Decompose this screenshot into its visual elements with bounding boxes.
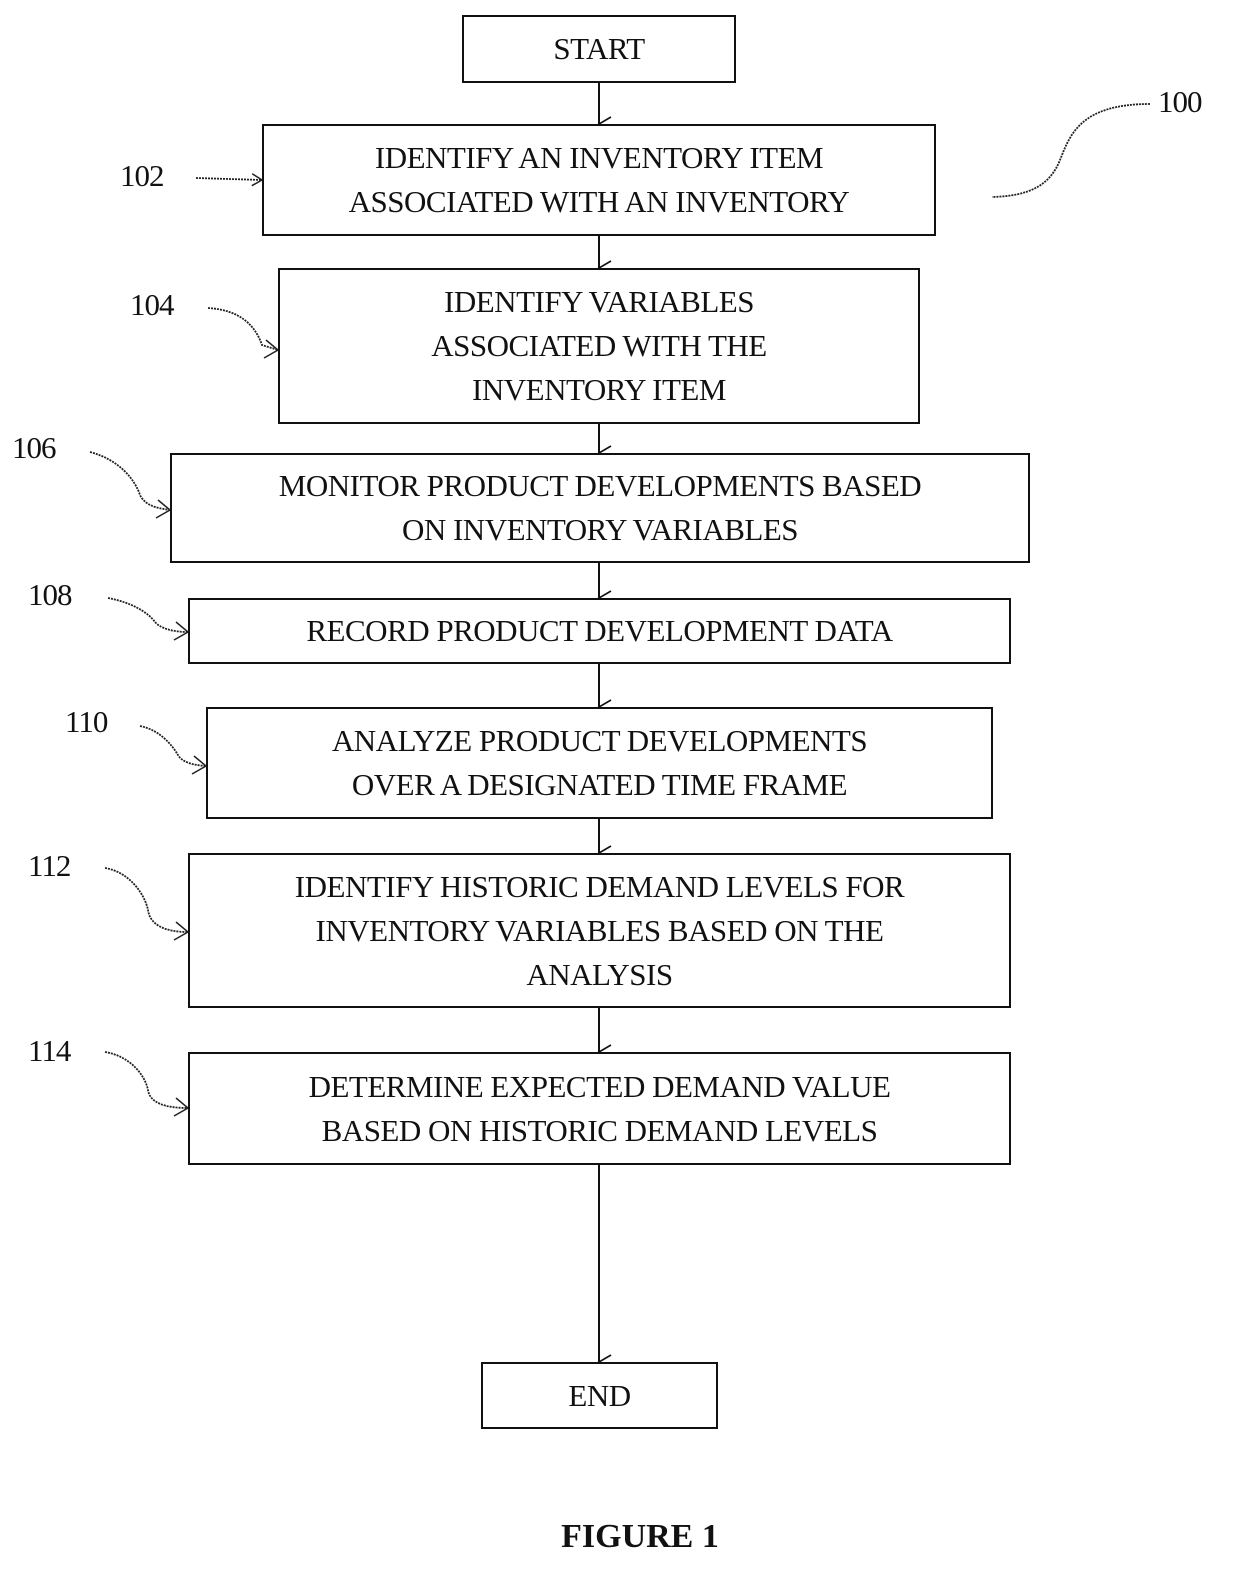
start-terminal: START	[462, 15, 736, 83]
ref-numeral-106: 106	[12, 430, 56, 465]
step-text-108: RECORD PRODUCT DEVELOPMENT DATA	[306, 613, 893, 648]
ref-numeral-108: 108	[28, 577, 72, 612]
step-box-106: MONITOR PRODUCT DEVELOPMENTS BASED ON IN…	[170, 453, 1030, 563]
ref-numeral-114: 114	[28, 1033, 71, 1068]
step-text-104: IDENTIFY VARIABLES ASSOCIATED WITH THE I…	[431, 284, 767, 407]
step-box-108: RECORD PRODUCT DEVELOPMENT DATA	[188, 598, 1011, 664]
end-label: END	[568, 1377, 631, 1413]
leader-102	[195, 173, 264, 187]
step-box-110: ANALYZE PRODUCT DEVELOPMENTS OVER A DESI…	[206, 707, 993, 819]
leader-114	[104, 1051, 189, 1109]
leader-100	[991, 103, 1151, 198]
leader-106	[89, 451, 171, 511]
step-text-112: IDENTIFY HISTORIC DEMAND LEVELS FOR INVE…	[294, 868, 905, 992]
step-box-102: IDENTIFY AN INVENTORY ITEM ASSOCIATED WI…	[262, 124, 936, 236]
ref-numeral-102: 102	[120, 158, 164, 193]
step-box-114: DETERMINE EXPECTED DEMAND VALUE BASED ON…	[188, 1052, 1011, 1165]
leader-arrowhead-104	[263, 339, 280, 359]
ref-numeral-112: 112	[28, 848, 71, 883]
step-text-106: MONITOR PRODUCT DEVELOPMENTS BASED ON IN…	[278, 468, 922, 547]
step-text-110: ANALYZE PRODUCT DEVELOPMENTS OVER A DESI…	[331, 723, 868, 802]
leader-104	[207, 307, 279, 351]
leader-108	[107, 597, 189, 633]
start-label: START	[553, 31, 645, 66]
leader-112	[104, 867, 189, 933]
step-text-114: DETERMINE EXPECTED DEMAND VALUE BASED ON…	[308, 1068, 891, 1148]
end-terminal: END	[481, 1362, 718, 1429]
step-box-112: IDENTIFY HISTORIC DEMAND LEVELS FOR INVE…	[188, 853, 1011, 1008]
figure-caption: FIGURE 1	[561, 1518, 719, 1555]
ref-numeral-104: 104	[130, 287, 174, 322]
step-text-102: IDENTIFY AN INVENTORY ITEM ASSOCIATED WI…	[348, 140, 850, 219]
leader-110	[139, 725, 207, 767]
step-box-104: IDENTIFY VARIABLES ASSOCIATED WITH THE I…	[278, 268, 920, 424]
ref-numeral-100: 100	[1158, 84, 1202, 119]
ref-numeral-110: 110	[65, 704, 108, 739]
